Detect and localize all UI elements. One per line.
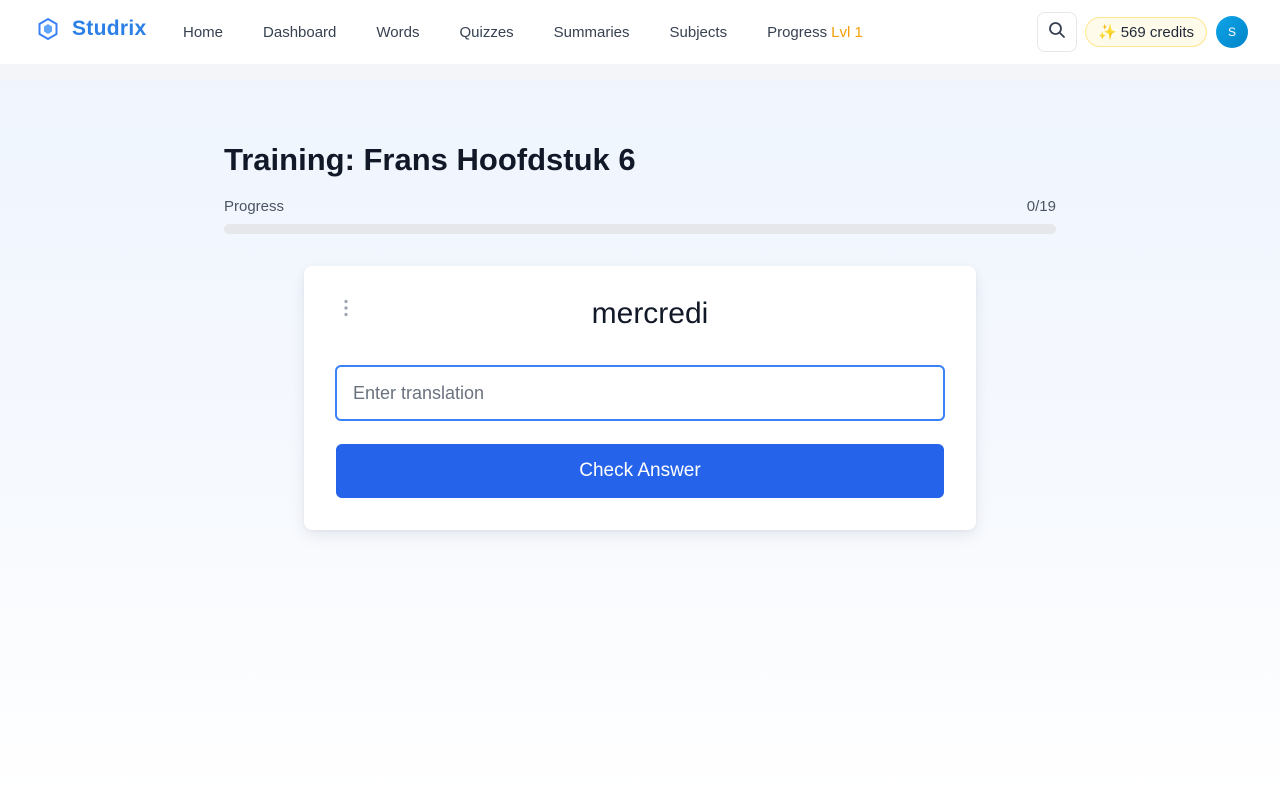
- flashcard: mercredi Check Answer: [304, 266, 976, 530]
- page-title: Training: Frans Hoofdstuk 6: [224, 142, 636, 177]
- subheader-strip: [0, 64, 1280, 80]
- check-answer-button[interactable]: Check Answer: [336, 444, 944, 498]
- progress-count: 0/19: [1026, 198, 1056, 215]
- top-navbar: Studrix Home Dashboard Words Quizzes Sum…: [0, 0, 1280, 64]
- nav-link-progress[interactable]: Progress Lvl 1: [767, 24, 863, 41]
- credits-badge[interactable]: ✨ 569 credits: [1085, 17, 1208, 47]
- avatar[interactable]: S: [1216, 16, 1248, 48]
- credits-label: 569 credits: [1120, 23, 1195, 41]
- search-icon: [1048, 21, 1066, 44]
- translation-input[interactable]: [335, 365, 945, 421]
- progress-bar: [224, 224, 1056, 234]
- flashcard-word: mercredi: [591, 297, 709, 330]
- level-badge: Lvl 1: [831, 23, 863, 41]
- main-nav: Home Dashboard Words Quizzes Summaries S…: [183, 0, 903, 64]
- brand[interactable]: Studrix: [36, 17, 146, 41]
- nav-link-dashboard[interactable]: Dashboard: [263, 24, 336, 41]
- nav-link-words[interactable]: Words: [376, 24, 419, 41]
- progress-label: Progress: [224, 198, 285, 215]
- brand-name: Studrix: [72, 17, 147, 40]
- sparkle-icon: ✨: [1098, 24, 1117, 41]
- nav-link-quizzes[interactable]: Quizzes: [459, 24, 513, 41]
- nav-link-subjects[interactable]: Subjects: [670, 24, 728, 41]
- nav-link-home[interactable]: Home: [183, 24, 223, 41]
- nav-progress-label: Progress: [767, 23, 828, 41]
- hexagon-logo-icon: [36, 17, 60, 41]
- search-button[interactable]: [1037, 12, 1077, 52]
- nav-link-summaries[interactable]: Summaries: [554, 24, 630, 41]
